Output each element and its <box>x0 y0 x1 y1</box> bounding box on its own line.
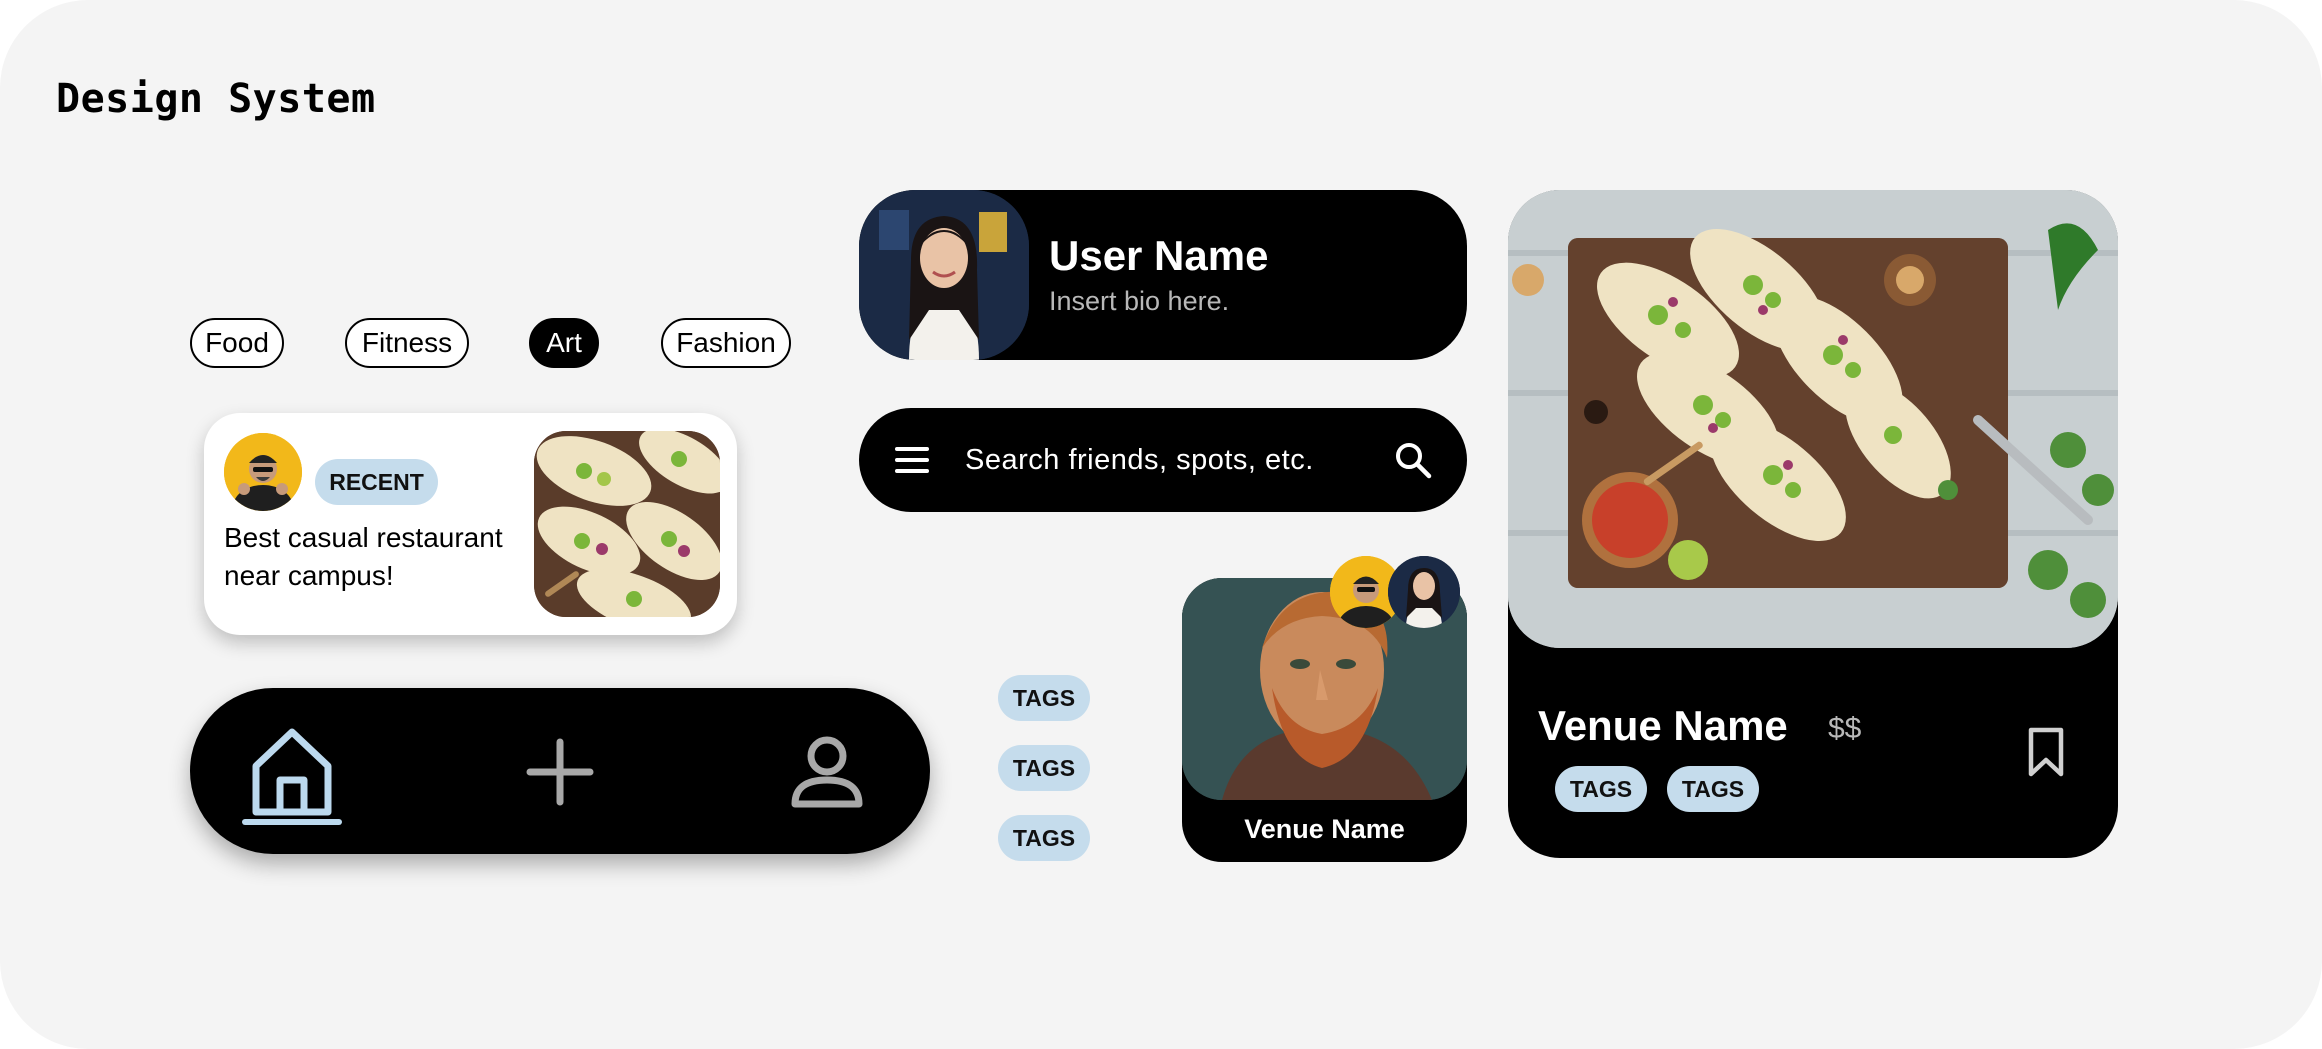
menu-icon[interactable] <box>893 442 931 478</box>
chip-fitness[interactable]: Fitness <box>345 318 469 368</box>
post-text: Best casual restaurant near campus! <box>224 522 503 591</box>
tag-pill[interactable]: TAGS <box>998 745 1090 791</box>
nav-add-button[interactable] <box>510 722 610 822</box>
food-thumbnail <box>534 431 720 617</box>
tag-pill[interactable]: TAGS <box>998 815 1090 861</box>
post-card[interactable]: RECENT Best casual restaurant near campu… <box>204 413 737 635</box>
venue-card-small[interactable]: Venue Name <box>1182 556 1467 862</box>
nav-active-indicator <box>242 819 342 825</box>
friend-avatar <box>1388 556 1460 628</box>
bookmark-icon[interactable] <box>2022 726 2070 778</box>
nav-profile-button[interactable] <box>777 722 877 822</box>
venue-card-large[interactable]: Venue Name $$ TAGS TAGS <box>1508 190 2118 858</box>
search-bar <box>859 408 1467 512</box>
recent-badge: RECENT <box>315 459 438 505</box>
chip-food[interactable]: Food <box>190 318 284 368</box>
home-icon <box>252 728 332 816</box>
venue-name: Venue Name <box>1538 702 1788 749</box>
tag-pill[interactable]: TAGS <box>998 675 1090 721</box>
user-icon <box>791 736 863 808</box>
profile-name: User Name <box>1049 232 1269 279</box>
search-icon[interactable] <box>1393 440 1433 480</box>
tag-pill[interactable]: TAGS <box>1667 766 1759 812</box>
chip-art[interactable]: Art <box>529 318 599 368</box>
tag-pill[interactable]: TAGS <box>1555 766 1647 812</box>
profile-bio: Insert bio here. <box>1049 286 1230 316</box>
design-system-canvas: Design System Food Fitness Art Fashion R… <box>0 0 2322 1049</box>
venue-name: Venue Name <box>1244 814 1405 844</box>
avatar <box>224 433 302 511</box>
bottom-nav <box>190 688 930 854</box>
search-input[interactable] <box>965 435 1365 485</box>
nav-home-button[interactable] <box>242 722 342 822</box>
chip-fashion[interactable]: Fashion <box>661 318 791 368</box>
page-title: Design System <box>56 76 376 122</box>
plus-icon <box>526 738 594 806</box>
venue-image <box>1508 190 2118 648</box>
profile-header[interactable]: User Name Insert bio here. <box>859 190 1467 360</box>
venue-price: $$ <box>1828 712 1862 745</box>
profile-photo <box>859 190 1029 360</box>
